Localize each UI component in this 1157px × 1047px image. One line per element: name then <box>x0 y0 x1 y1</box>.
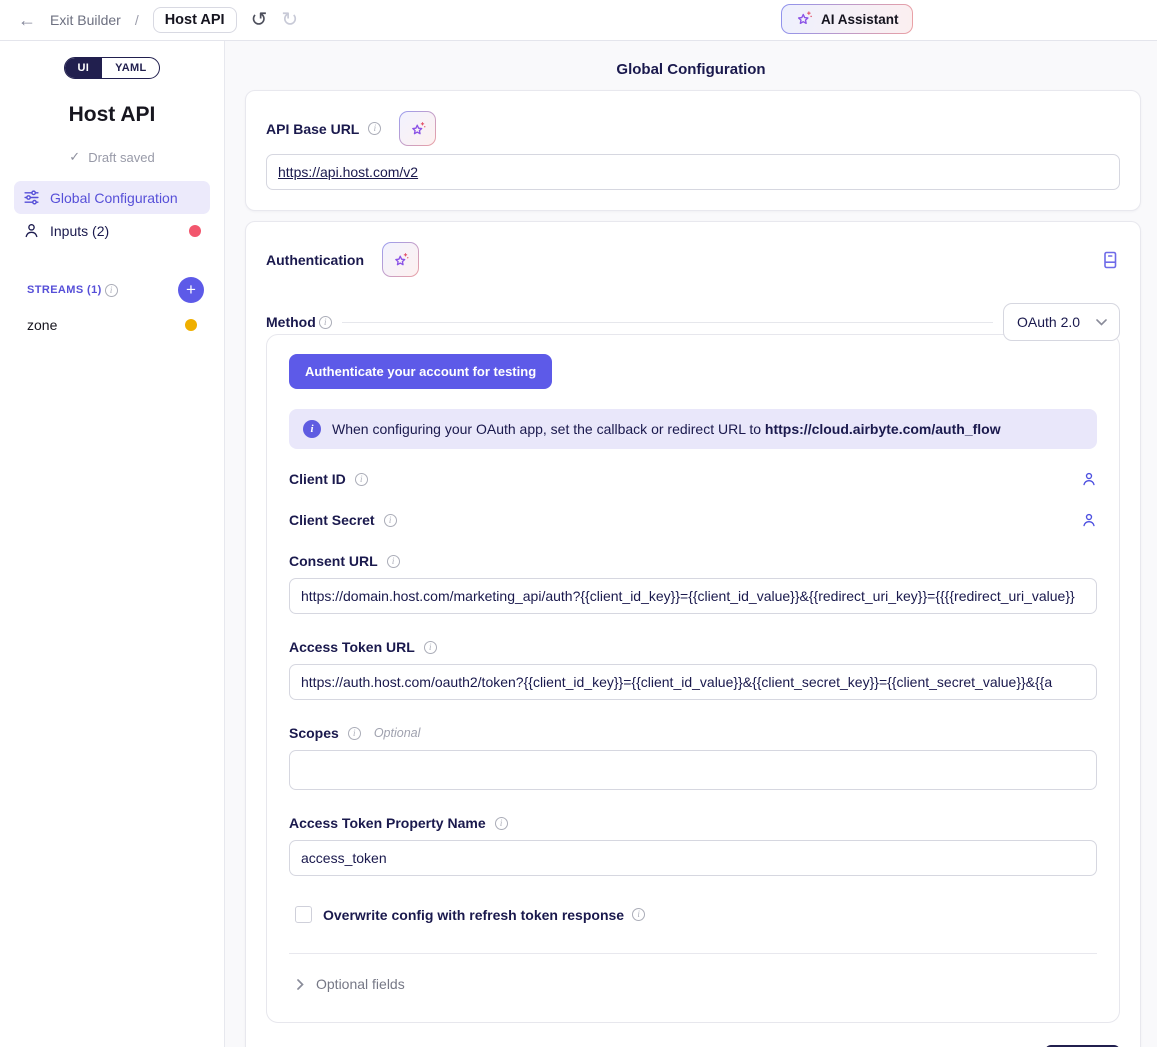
info-circle-icon: i <box>303 420 321 438</box>
info-icon: i <box>355 473 368 486</box>
authenticate-button[interactable]: Authenticate your account for testing <box>289 354 552 389</box>
authentication-label: Authentication <box>266 252 364 268</box>
client-secret-row: Client Secret i <box>289 512 1097 528</box>
auth-method-value: OAuth 2.0 <box>1017 314 1080 330</box>
access-token-property-name-input[interactable] <box>289 840 1097 876</box>
info-icon: i <box>368 122 381 135</box>
ui-yaml-toggle[interactable]: UI YAML <box>64 57 161 79</box>
inputs-status-dot <box>189 225 201 237</box>
optional-fields-label: Optional fields <box>316 976 405 992</box>
main-panel: Global Configuration API Base URL i <box>225 41 1157 1047</box>
sidebar-item-global-configuration[interactable]: Global Configuration <box>14 181 210 214</box>
info-icon: i <box>632 908 645 921</box>
sidebar: UI YAML Host API ✓ Draft saved Global Co… <box>0 41 225 1047</box>
ai-suggest-button[interactable] <box>382 242 419 277</box>
optional-fields-expander[interactable]: Optional fields <box>289 976 1097 992</box>
undo-icon[interactable]: ↺ <box>251 10 268 30</box>
sidebar-item-label: Global Configuration <box>50 190 178 206</box>
access-token-property-name-label: Access Token Property Name <box>289 815 486 831</box>
oauth-config-group: Authenticate your account for testing i … <box>266 334 1120 1023</box>
add-stream-button[interactable]: + <box>178 277 204 303</box>
scopes-input[interactable] <box>289 750 1097 790</box>
auth-method-select[interactable]: OAuth 2.0 <box>1003 303 1120 341</box>
toggle-ui[interactable]: UI <box>65 58 103 78</box>
info-icon: i <box>319 316 332 329</box>
access-token-url-input[interactable] <box>289 664 1097 700</box>
save-status-label: Draft saved <box>88 150 154 165</box>
api-base-url-label: API Base URL <box>266 121 359 137</box>
optional-tag: Optional <box>374 726 421 740</box>
save-status: ✓ Draft saved <box>0 149 224 165</box>
toggle-yaml[interactable]: YAML <box>102 58 159 78</box>
info-icon: i <box>105 284 118 297</box>
breadcrumb-separator: / <box>135 12 139 28</box>
ai-assistant-button[interactable]: AI Assistant <box>781 4 913 34</box>
client-id-row: Client ID i <box>289 471 1097 487</box>
redo-icon: ↻ <box>281 10 298 30</box>
client-secret-label: Client Secret <box>289 512 375 528</box>
api-base-url-card: API Base URL i <box>245 90 1141 211</box>
ai-star-icon <box>795 10 813 28</box>
stream-name: zone <box>27 317 57 333</box>
section-divider <box>289 953 1097 954</box>
overwrite-config-checkbox[interactable] <box>295 906 312 923</box>
oauth-callback-banner: i When configuring your OAuth app, set t… <box>289 409 1097 449</box>
sidebar-item-label: Inputs (2) <box>50 223 109 239</box>
authentication-card: Authentication <box>245 221 1141 1047</box>
sidebar-item-inputs[interactable]: Inputs (2) <box>14 214 210 247</box>
access-token-url-label: Access Token URL <box>289 639 415 655</box>
ai-suggest-button[interactable] <box>399 111 436 146</box>
info-icon: i <box>384 514 397 527</box>
info-icon: i <box>424 641 437 654</box>
scopes-label: Scopes <box>289 725 339 741</box>
sidebar-item-stream-zone[interactable]: zone <box>27 317 197 333</box>
consent-url-label: Consent URL <box>289 553 378 569</box>
sliders-icon <box>23 189 40 206</box>
user-input-icon[interactable] <box>1081 471 1097 487</box>
user-icon <box>23 222 40 239</box>
ai-star-icon <box>409 120 427 138</box>
client-id-label: Client ID <box>289 471 346 487</box>
ai-star-icon <box>392 251 410 269</box>
overwrite-config-row: Overwrite config with refresh token resp… <box>289 906 1097 923</box>
api-base-url-input[interactable] <box>266 154 1120 190</box>
connector-name-field[interactable]: Host API <box>153 7 237 33</box>
ai-assistant-label: AI Assistant <box>821 12 899 27</box>
page-title: Global Configuration <box>225 61 1157 78</box>
back-arrow-icon[interactable]: ← <box>18 11 36 29</box>
overwrite-config-label: Overwrite config with refresh token resp… <box>323 907 624 923</box>
info-icon: i <box>348 727 361 740</box>
callback-url: https://cloud.airbyte.com/auth_flow <box>765 421 1001 437</box>
exit-builder-link[interactable]: Exit Builder <box>50 12 121 28</box>
method-label: Method <box>266 314 316 330</box>
method-divider <box>342 322 993 323</box>
consent-url-input[interactable] <box>289 578 1097 614</box>
stream-status-dot <box>185 319 197 331</box>
chevron-down-icon <box>1096 319 1107 326</box>
banner-text: When configuring your OAuth app, set the… <box>332 421 1001 437</box>
top-bar: ← Exit Builder / Host API ↺ ↻ AI Assista… <box>0 0 1157 41</box>
streams-section-label: STREAMS (1) <box>27 284 102 296</box>
docs-book-icon[interactable] <box>1100 250 1120 270</box>
plus-icon: + <box>186 280 196 300</box>
chevron-right-icon <box>297 979 304 990</box>
connector-title: Host API <box>0 103 224 127</box>
check-icon: ✓ <box>69 149 80 165</box>
info-icon: i <box>495 817 508 830</box>
info-icon: i <box>387 555 400 568</box>
user-input-icon[interactable] <box>1081 512 1097 528</box>
